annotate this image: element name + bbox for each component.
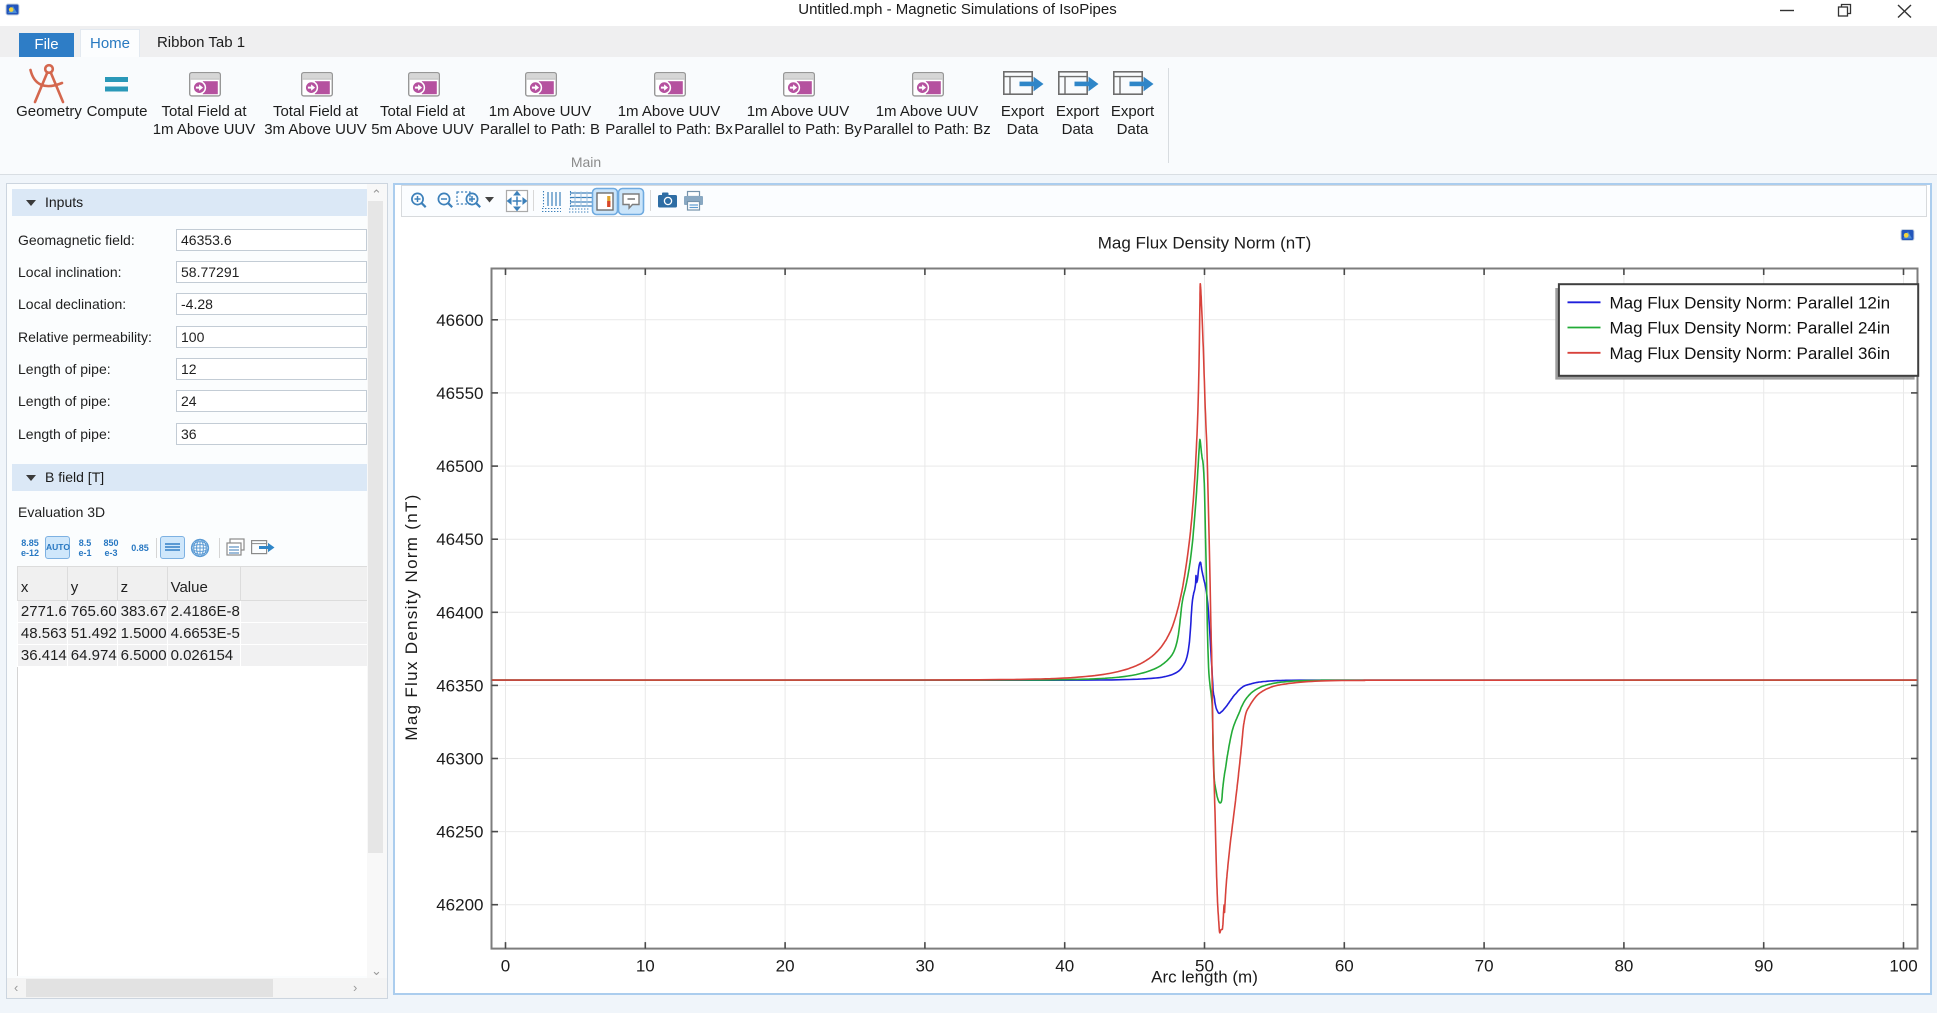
- svg-text:46400: 46400: [436, 603, 483, 622]
- svg-text:Arc length (m): Arc length (m): [1151, 968, 1258, 987]
- svg-text:46300: 46300: [436, 750, 483, 769]
- svg-text:40: 40: [1055, 957, 1074, 976]
- svg-text:0: 0: [501, 957, 510, 976]
- svg-text:Mag Flux Density Norm: Paralle: Mag Flux Density Norm: Parallel 24in: [1610, 319, 1891, 338]
- svg-text:60: 60: [1335, 957, 1354, 976]
- svg-text:46450: 46450: [436, 530, 483, 549]
- svg-text:30: 30: [915, 957, 934, 976]
- svg-text:46500: 46500: [436, 457, 483, 476]
- svg-text:100: 100: [1889, 957, 1917, 976]
- svg-text:46250: 46250: [436, 823, 483, 842]
- svg-text:46600: 46600: [436, 311, 483, 330]
- svg-text:46200: 46200: [436, 896, 483, 915]
- svg-text:46550: 46550: [436, 384, 483, 403]
- svg-text:Mag Flux Density Norm: Paralle: Mag Flux Density Norm: Parallel 36in: [1610, 344, 1891, 363]
- svg-text:Mag Flux Density Norm (nT): Mag Flux Density Norm (nT): [1098, 234, 1311, 253]
- svg-text:90: 90: [1754, 957, 1773, 976]
- svg-text:46350: 46350: [436, 676, 483, 695]
- svg-text:80: 80: [1614, 957, 1633, 976]
- svg-text:10: 10: [636, 957, 655, 976]
- svg-text:Mag Flux Density Norm: Paralle: Mag Flux Density Norm: Parallel 12in: [1610, 293, 1891, 312]
- svg-text:20: 20: [776, 957, 795, 976]
- svg-text:70: 70: [1475, 957, 1494, 976]
- svg-text:Mag Flux Density Norm (nT): Mag Flux Density Norm (nT): [402, 493, 421, 740]
